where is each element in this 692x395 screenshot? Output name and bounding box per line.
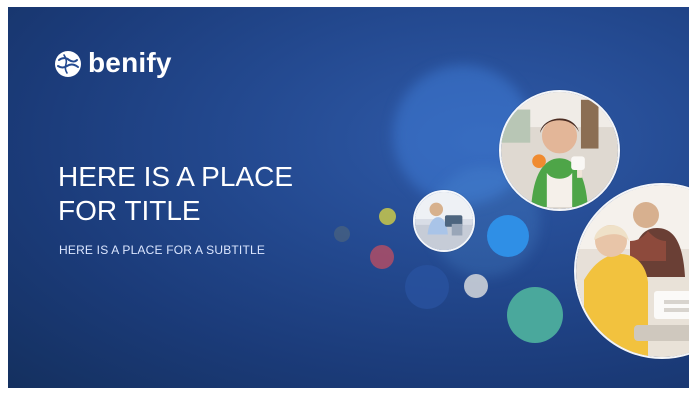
bokeh-dot-dark-small [334,226,350,242]
globe-icon [55,51,81,77]
slide-title: HERE IS A PLACE FOR TITLE [58,160,388,228]
portrait-large-photo [574,183,689,359]
title-line-1: HERE IS A PLACE [58,161,293,192]
woman-smiling-icon [501,92,618,209]
bokeh-dot-navy [405,265,449,309]
team-meeting-icon [576,185,689,357]
slide-subtitle: HERE IS A PLACE FOR A SUBTITLE [59,243,266,257]
bokeh-dot-gray [464,274,488,298]
presentation-slide: benify HERE IS A PLACE FOR TITLE HERE IS… [8,7,689,388]
title-line-2: FOR TITLE [58,195,201,226]
portrait-small-photo [413,190,475,252]
bokeh-dot-green [507,287,563,343]
bokeh-dot-red [370,245,394,269]
benify-logo: benify [54,47,172,78]
person-reading-icon [415,192,473,250]
portrait-top-photo [499,90,620,211]
brand-name: benify [88,47,172,78]
bokeh-dot-blue-large [487,215,529,257]
bokeh-dot-yellow [379,208,396,225]
